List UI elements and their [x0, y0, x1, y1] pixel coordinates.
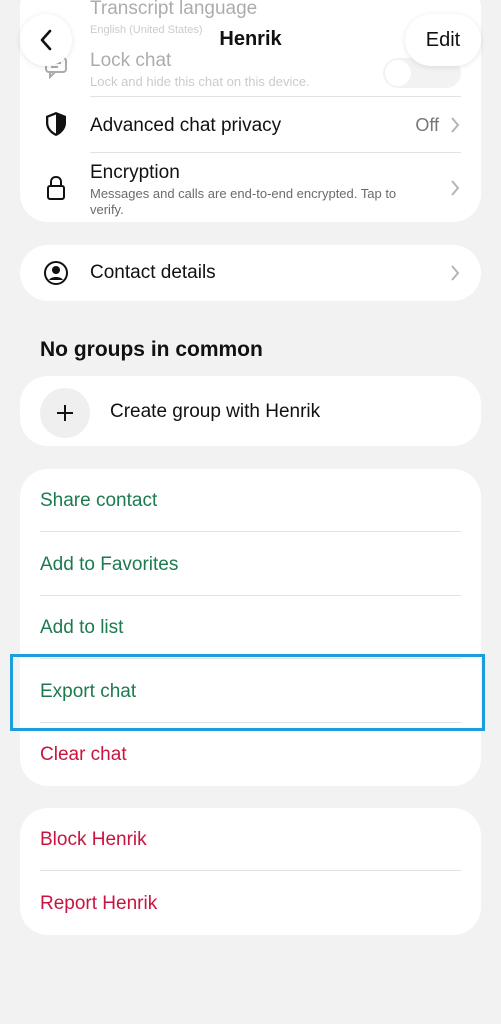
- divider: [40, 658, 461, 659]
- person-circle-icon: [42, 259, 70, 287]
- report-contact-button[interactable]: Report Henrik: [40, 893, 157, 915]
- contact-details-label: Contact details: [90, 262, 216, 283]
- encryption-label: Encryption: [90, 162, 180, 183]
- divider: [40, 722, 461, 723]
- block-contact-button[interactable]: Block Henrik: [40, 829, 147, 851]
- lock-chat-label: Lock chat: [90, 50, 172, 71]
- shield-icon: [42, 110, 70, 138]
- clear-chat-button[interactable]: Clear chat: [40, 744, 127, 766]
- export-chat-button[interactable]: Export chat: [40, 681, 136, 703]
- advanced-privacy-row[interactable]: Advanced chat privacy Off: [20, 96, 481, 152]
- groups-header: No groups in common: [40, 338, 263, 361]
- advanced-privacy-value: Off: [415, 115, 439, 135]
- lock-icon: [42, 174, 70, 202]
- encryption-sub: Messages and calls are end-to-end encryp…: [90, 186, 397, 217]
- divider: [40, 595, 461, 596]
- share-contact-button[interactable]: Share contact: [40, 490, 157, 512]
- encryption-row[interactable]: Encryption Messages and calls are end-to…: [20, 152, 481, 222]
- chevron-right-icon: [451, 180, 460, 196]
- advanced-privacy-label: Advanced chat privacy: [90, 115, 282, 136]
- contact-details-card[interactable]: Contact details: [20, 245, 481, 301]
- lock-chat-sub: Lock and hide this chat on this device.: [90, 74, 310, 89]
- danger-card: Block Henrik Report Henrik: [20, 808, 481, 935]
- edit-button[interactable]: Edit: [405, 14, 481, 66]
- divider: [40, 531, 461, 532]
- chevron-right-icon: [451, 117, 460, 133]
- divider: [40, 870, 461, 871]
- create-group-label: Create group with Henrik: [110, 401, 321, 422]
- actions-card: Share contact Add to Favorites Add to li…: [20, 469, 481, 786]
- plus-icon: [40, 388, 90, 438]
- transcript-language-label: Transcript language: [90, 0, 258, 19]
- add-to-favorites-button[interactable]: Add to Favorites: [40, 554, 178, 576]
- create-group-card[interactable]: Create group with Henrik: [20, 376, 481, 446]
- chevron-right-icon: [451, 265, 460, 281]
- add-to-list-button[interactable]: Add to list: [40, 617, 123, 639]
